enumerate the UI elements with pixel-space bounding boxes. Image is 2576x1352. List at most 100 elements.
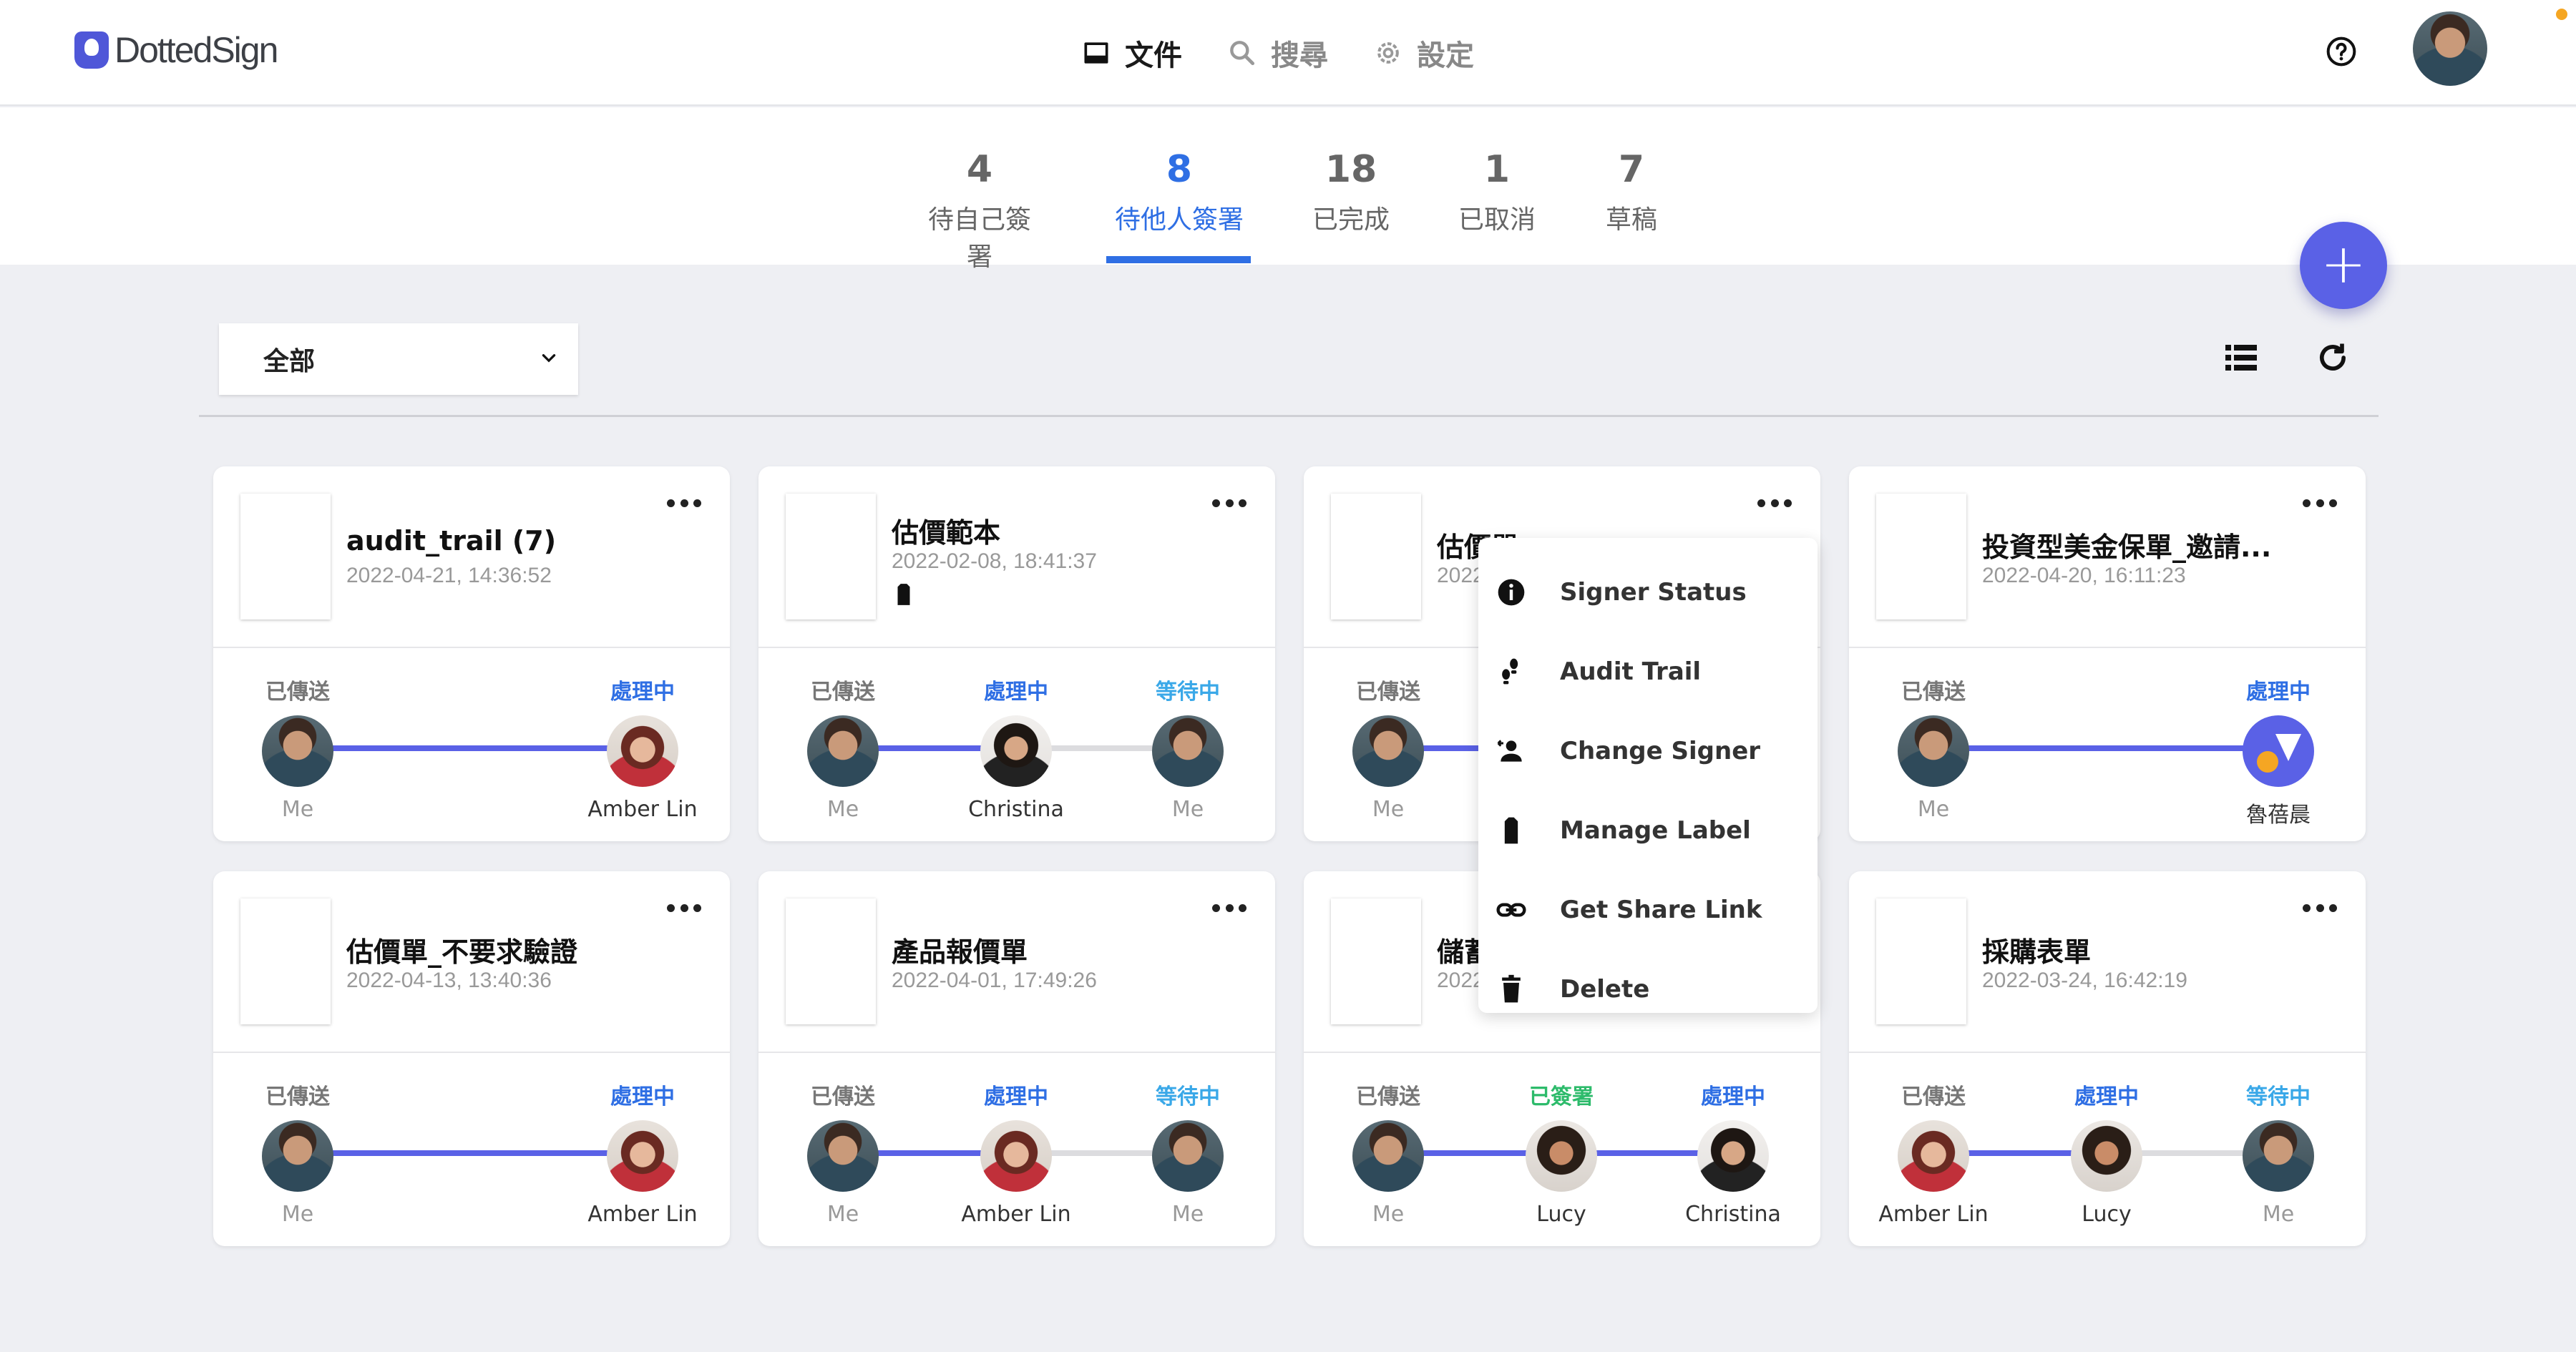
refresh-icon[interactable] — [2314, 339, 2351, 376]
tab-pending-others[interactable]: 8 待他人簽署 — [1109, 144, 1249, 236]
menu-signer-status[interactable]: Signer Status — [1478, 552, 1818, 632]
dottedsign-logo[interactable]: DottedSign — [74, 29, 278, 72]
nav-search-label: 搜尋 — [1271, 39, 1328, 72]
more-options-icon[interactable] — [667, 499, 701, 511]
avatar — [980, 1120, 1052, 1192]
signer-step: 已傳送 Me — [1304, 674, 1474, 822]
menu-label: Delete — [1560, 974, 1650, 1004]
more-options-icon[interactable] — [2303, 904, 2337, 916]
label-icon — [1504, 817, 1518, 843]
signer-state: 等待中 — [2246, 1084, 2311, 1109]
menu-audit-trail[interactable]: Audit Trail — [1478, 632, 1818, 711]
document-thumbnail — [1331, 898, 1421, 1024]
document-title: 估價範本 — [892, 517, 1001, 549]
search-icon — [1230, 41, 1255, 66]
document-thumbnail — [786, 494, 876, 619]
more-options-icon[interactable] — [1212, 499, 1246, 511]
notification-dot — [2556, 9, 2567, 20]
avatar — [1526, 1120, 1597, 1192]
document-thumbnail — [240, 494, 331, 619]
more-options-icon[interactable] — [667, 904, 701, 916]
document-card[interactable]: 估價範本 2022-02-08, 18:41:37 已傳送 Me 處理中 Chr… — [758, 466, 1275, 841]
signer-step: 處理中 Amber Lin — [930, 1079, 1102, 1227]
signer-step: 處理中 Amber Lin — [557, 674, 728, 822]
signer-name: Christina — [1685, 1202, 1781, 1227]
avatar — [2071, 1120, 2142, 1192]
signer-name: Lucy — [2082, 1202, 2132, 1227]
signer-state: 已傳送 — [1356, 680, 1420, 705]
signer-state: 等待中 — [1156, 1084, 1220, 1109]
avatar — [262, 1120, 333, 1192]
avatar — [807, 715, 879, 787]
signer-name: Me — [1171, 797, 1204, 822]
avatar — [1898, 1120, 1969, 1192]
tab-completed[interactable]: 18 已完成 — [1309, 144, 1392, 236]
person-swap-icon — [1497, 739, 1522, 762]
menu-manage-label[interactable]: Manage Label — [1478, 790, 1818, 870]
document-title: 採購表單 — [1982, 936, 2092, 968]
card-divider — [758, 647, 1275, 648]
nav-settings[interactable]: 設定 — [1372, 32, 1474, 74]
filter-dropdown[interactable]: 全部 — [219, 323, 578, 395]
card-divider — [1849, 1052, 2366, 1053]
document-card[interactable]: 產品報價單 2022-04-01, 17:49:26 已傳送 Me 處理中 Am… — [758, 871, 1275, 1246]
list-view-icon[interactable] — [2224, 342, 2258, 373]
tab-count: 18 — [1324, 148, 1377, 191]
new-document-button[interactable]: + — [2300, 222, 2387, 309]
signer-step: 等待中 Me — [1102, 674, 1274, 822]
card-divider — [213, 647, 730, 648]
signer-name: Amber Lin — [587, 1202, 698, 1227]
tab-label: 待他人簽署 — [1114, 205, 1244, 235]
menu-delete[interactable]: Delete — [1478, 949, 1818, 1029]
menu-get-share-link[interactable]: Get Share Link — [1478, 870, 1818, 949]
menu-label: Get Share Link — [1560, 895, 1762, 924]
menu-label: Audit Trail — [1560, 657, 1702, 686]
signer-name: Me — [1372, 1202, 1405, 1227]
document-thumbnail — [240, 898, 331, 1024]
document-thumbnail — [1876, 494, 1966, 619]
avatar — [1152, 1120, 1224, 1192]
document-date: 2022 — [1437, 969, 1485, 992]
signer-state: 處理中 — [610, 680, 675, 705]
signer-name: Amber Lin — [1878, 1202, 1989, 1227]
signer-step: 處理中 Amber Lin — [557, 1079, 728, 1227]
avatar — [1352, 715, 1424, 787]
tab-label: 已完成 — [1312, 205, 1390, 235]
nav-documents[interactable]: 文件 — [1080, 32, 1182, 74]
filter-selected: 全部 — [263, 347, 316, 376]
help-icon[interactable] — [2326, 36, 2357, 67]
more-options-icon[interactable] — [2303, 499, 2337, 511]
info-icon — [1498, 579, 1525, 605]
signer-state: 已簽署 — [1529, 1084, 1594, 1109]
signer-state: 處理中 — [1701, 1084, 1765, 1109]
user-avatar[interactable] — [2413, 11, 2487, 86]
document-title: 產品報價單 — [892, 936, 1028, 968]
signer-step: 處理中 Christina — [930, 674, 1102, 822]
logo-text: DottedSign — [114, 30, 278, 70]
more-options-icon[interactable] — [1212, 904, 1246, 916]
tab-cancelled[interactable]: 1 已取消 — [1455, 144, 1538, 236]
signer-step: 已傳送 Me — [213, 674, 384, 822]
signer-step: 處理中 魯蓓晨 — [2192, 674, 2364, 828]
signer-step: 已傳送 Me — [1849, 674, 2019, 822]
signer-state: 已傳送 — [1901, 1084, 1966, 1109]
link-icon — [1496, 902, 1526, 917]
tab-pending-self[interactable]: 4 待自己簽署 — [917, 144, 1042, 273]
signer-name: Me — [826, 797, 859, 822]
document-card[interactable]: 採購表單 2022-03-24, 16:42:19 已傳送 Amber Lin … — [1849, 871, 2366, 1246]
document-title: 估價單_不要求驗證 — [346, 936, 578, 968]
tab-drafts[interactable]: 7 草稿 — [1597, 144, 1666, 236]
more-options-icon[interactable] — [1757, 499, 1792, 511]
card-divider — [213, 1052, 730, 1053]
document-card[interactable]: audit_trail (7) 2022-04-21, 14:36:52 已傳送… — [213, 466, 730, 841]
document-card[interactable]: 估價單_不要求驗證 2022-04-13, 13:40:36 已傳送 Me 處理… — [213, 871, 730, 1246]
signer-step: 已傳送 Me — [213, 1079, 384, 1227]
nav-search[interactable]: 搜尋 — [1226, 32, 1328, 74]
signer-state: 已傳送 — [811, 680, 875, 705]
signer-state: 已傳送 — [1356, 1084, 1420, 1109]
signer-state: 已傳送 — [265, 1084, 330, 1109]
signer-state: 處理中 — [984, 1084, 1048, 1109]
menu-change-signer[interactable]: Change Signer — [1478, 711, 1818, 790]
document-card[interactable]: 投資型美金保單_邀請... 2022-04-20, 16:11:23 已傳送 M… — [1849, 466, 2366, 841]
tab-count: 1 — [1483, 148, 1511, 191]
